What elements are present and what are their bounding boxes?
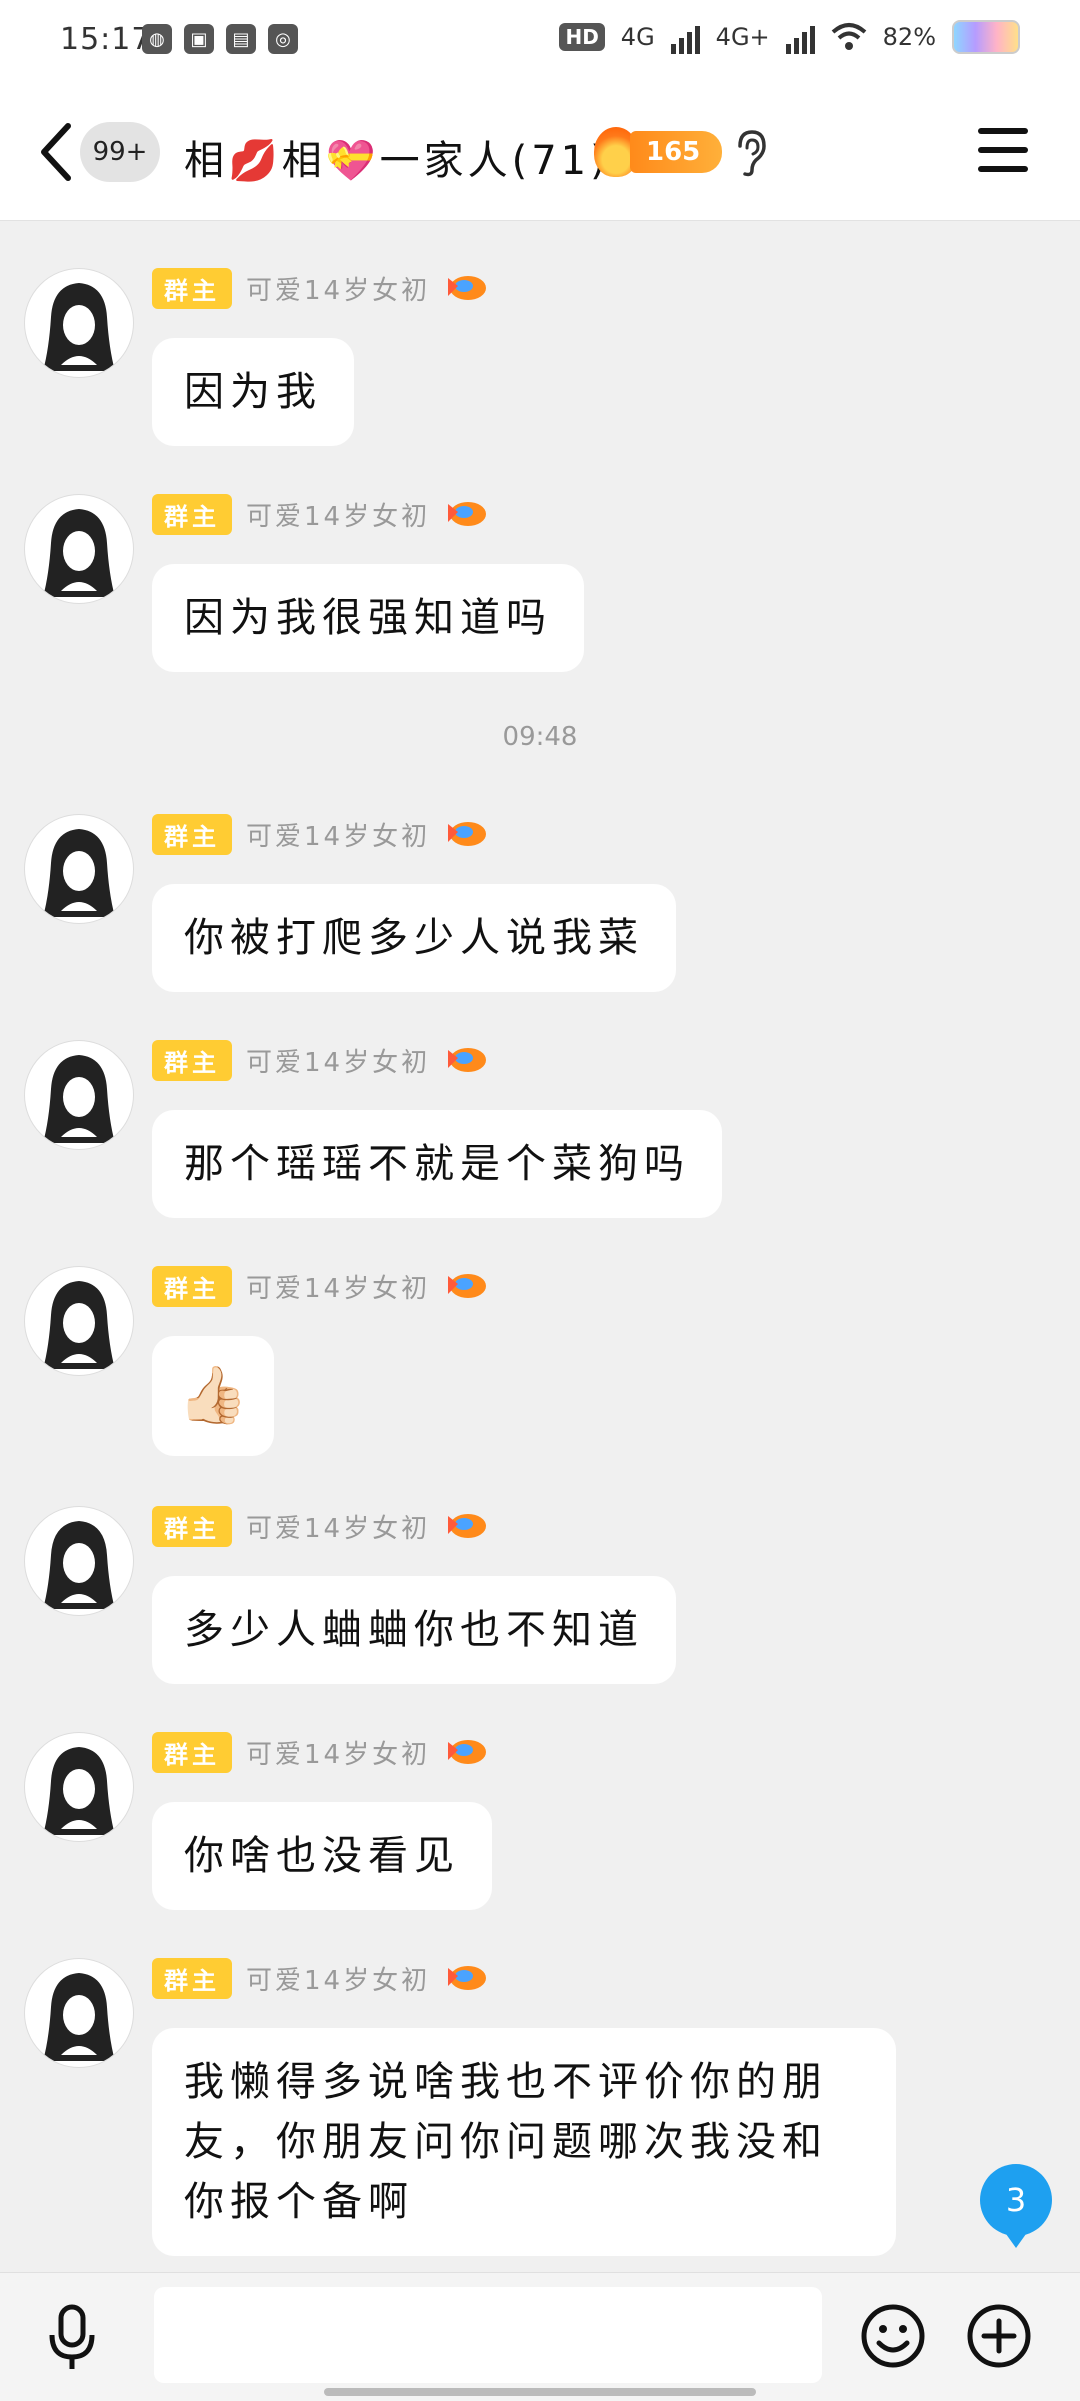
menu-icon[interactable] bbox=[978, 128, 1028, 172]
unread-count-badge[interactable]: 99+ bbox=[80, 122, 160, 182]
app-icon: ▤ bbox=[226, 24, 256, 54]
avatar[interactable] bbox=[24, 1958, 134, 2068]
avatar[interactable] bbox=[24, 814, 134, 924]
role-badge: 群主 bbox=[152, 493, 232, 535]
avatar[interactable] bbox=[24, 1506, 134, 1616]
message-bubble[interactable]: 我懒得多说啥我也不评价你的朋友，你朋友问你问题哪次我没和你报个备啊 bbox=[152, 2028, 896, 2256]
status-bar: 15:17 ◍ ▣ ▤ ◎ HD 4G 4G+ 82% bbox=[0, 0, 1080, 84]
message-bubble[interactable]: 多少人蛐蛐你也不知道 bbox=[152, 1576, 676, 1684]
sender-name[interactable]: 可爱14岁女初 bbox=[246, 496, 430, 533]
avatar[interactable] bbox=[24, 1266, 134, 1376]
role-badge: 群主 bbox=[152, 1731, 232, 1773]
sender-meta: 群主 可爱14岁女初 bbox=[152, 1957, 488, 1999]
avatar[interactable] bbox=[24, 1040, 134, 1150]
app-icon: ◍ bbox=[142, 24, 172, 54]
medal-icon bbox=[448, 1740, 487, 1764]
sender-meta: 群主 可爱14岁女初 bbox=[152, 1039, 488, 1081]
sender-meta: 群主 可爱14岁女初 bbox=[152, 1265, 488, 1307]
role-badge: 群主 bbox=[152, 1957, 232, 1999]
message-bubble[interactable]: 因为我很强知道吗 bbox=[152, 564, 584, 672]
medal-icon bbox=[448, 276, 487, 300]
plus-icon[interactable] bbox=[966, 2303, 1032, 2369]
sender-name[interactable]: 可爱14岁女初 bbox=[246, 1508, 430, 1545]
sender-meta: 群主 可爱14岁女初 bbox=[152, 813, 488, 855]
battery-icon bbox=[952, 20, 1020, 54]
medal-icon bbox=[448, 1514, 487, 1538]
message-bubble[interactable]: 👍🏻 bbox=[152, 1336, 274, 1456]
avatar[interactable] bbox=[24, 1732, 134, 1842]
hd-icon: HD bbox=[559, 23, 605, 51]
signal-b-label: 4G+ bbox=[715, 23, 770, 51]
message-bubble[interactable]: 你啥也没看见 bbox=[152, 1802, 492, 1910]
sender-meta: 群主 可爱14岁女初 bbox=[152, 1731, 488, 1773]
signal-icon bbox=[785, 20, 815, 54]
message-bubble[interactable]: 那个瑶瑶不就是个菜狗吗 bbox=[152, 1110, 722, 1218]
sender-name[interactable]: 可爱14岁女初 bbox=[246, 270, 430, 307]
status-time: 15:17 bbox=[60, 22, 152, 57]
sender-name[interactable]: 可爱14岁女初 bbox=[246, 1734, 430, 1771]
sender-name[interactable]: 可爱14岁女初 bbox=[246, 816, 430, 853]
avatar[interactable] bbox=[24, 268, 134, 378]
avatar[interactable] bbox=[24, 494, 134, 604]
mic-icon[interactable] bbox=[44, 2303, 100, 2373]
ear-icon[interactable] bbox=[732, 128, 772, 178]
message-bubble[interactable]: 因为我 bbox=[152, 338, 354, 446]
sender-meta: 群主 可爱14岁女初 bbox=[152, 1505, 488, 1547]
chat-header: 99+ 相💋相💝一家人(71) 165 bbox=[0, 84, 1080, 221]
sender-name[interactable]: 可爱14岁女初 bbox=[246, 1042, 430, 1079]
sender-name[interactable]: 可爱14岁女初 bbox=[246, 1960, 430, 1997]
sender-meta: 群主 可爱14岁女初 bbox=[152, 267, 488, 309]
status-right: HD 4G 4G+ 82% bbox=[559, 20, 1020, 54]
medal-icon bbox=[448, 822, 487, 846]
input-bar bbox=[0, 2272, 1080, 2401]
signal-icon bbox=[670, 20, 700, 54]
message-input[interactable] bbox=[154, 2287, 822, 2383]
role-badge: 群主 bbox=[152, 813, 232, 855]
wifi-icon bbox=[831, 23, 866, 50]
role-badge: 群主 bbox=[152, 1265, 232, 1307]
sender-name[interactable]: 可爱14岁女初 bbox=[246, 1268, 430, 1305]
group-title[interactable]: 相💋相💝一家人(71) bbox=[184, 128, 610, 186]
role-badge: 群主 bbox=[152, 1039, 232, 1081]
fire-count: 165 bbox=[630, 131, 723, 173]
app-icon: ▣ bbox=[184, 24, 214, 54]
medal-icon bbox=[448, 1274, 487, 1298]
role-badge: 群主 bbox=[152, 267, 232, 309]
medal-icon bbox=[448, 1048, 487, 1072]
back-arrow-icon[interactable] bbox=[36, 120, 76, 184]
app-icon: ◎ bbox=[268, 24, 298, 54]
sender-meta: 群主 可爱14岁女初 bbox=[152, 493, 488, 535]
group-fire-badge[interactable]: 165 bbox=[594, 124, 723, 180]
status-notification-icons: ◍ ▣ ▤ ◎ bbox=[142, 24, 298, 54]
message-bubble[interactable]: 你被打爬多少人说我菜 bbox=[152, 884, 676, 992]
new-message-badge[interactable]: 3 bbox=[980, 2164, 1052, 2248]
home-indicator bbox=[324, 2388, 756, 2396]
signal-a-label: 4G bbox=[620, 23, 655, 51]
medal-icon bbox=[448, 1966, 487, 1990]
battery-percent: 82% bbox=[882, 23, 936, 51]
medal-icon bbox=[448, 502, 487, 526]
time-divider: 09:48 bbox=[502, 722, 578, 752]
emoji-icon[interactable] bbox=[860, 2303, 926, 2369]
role-badge: 群主 bbox=[152, 1505, 232, 1547]
